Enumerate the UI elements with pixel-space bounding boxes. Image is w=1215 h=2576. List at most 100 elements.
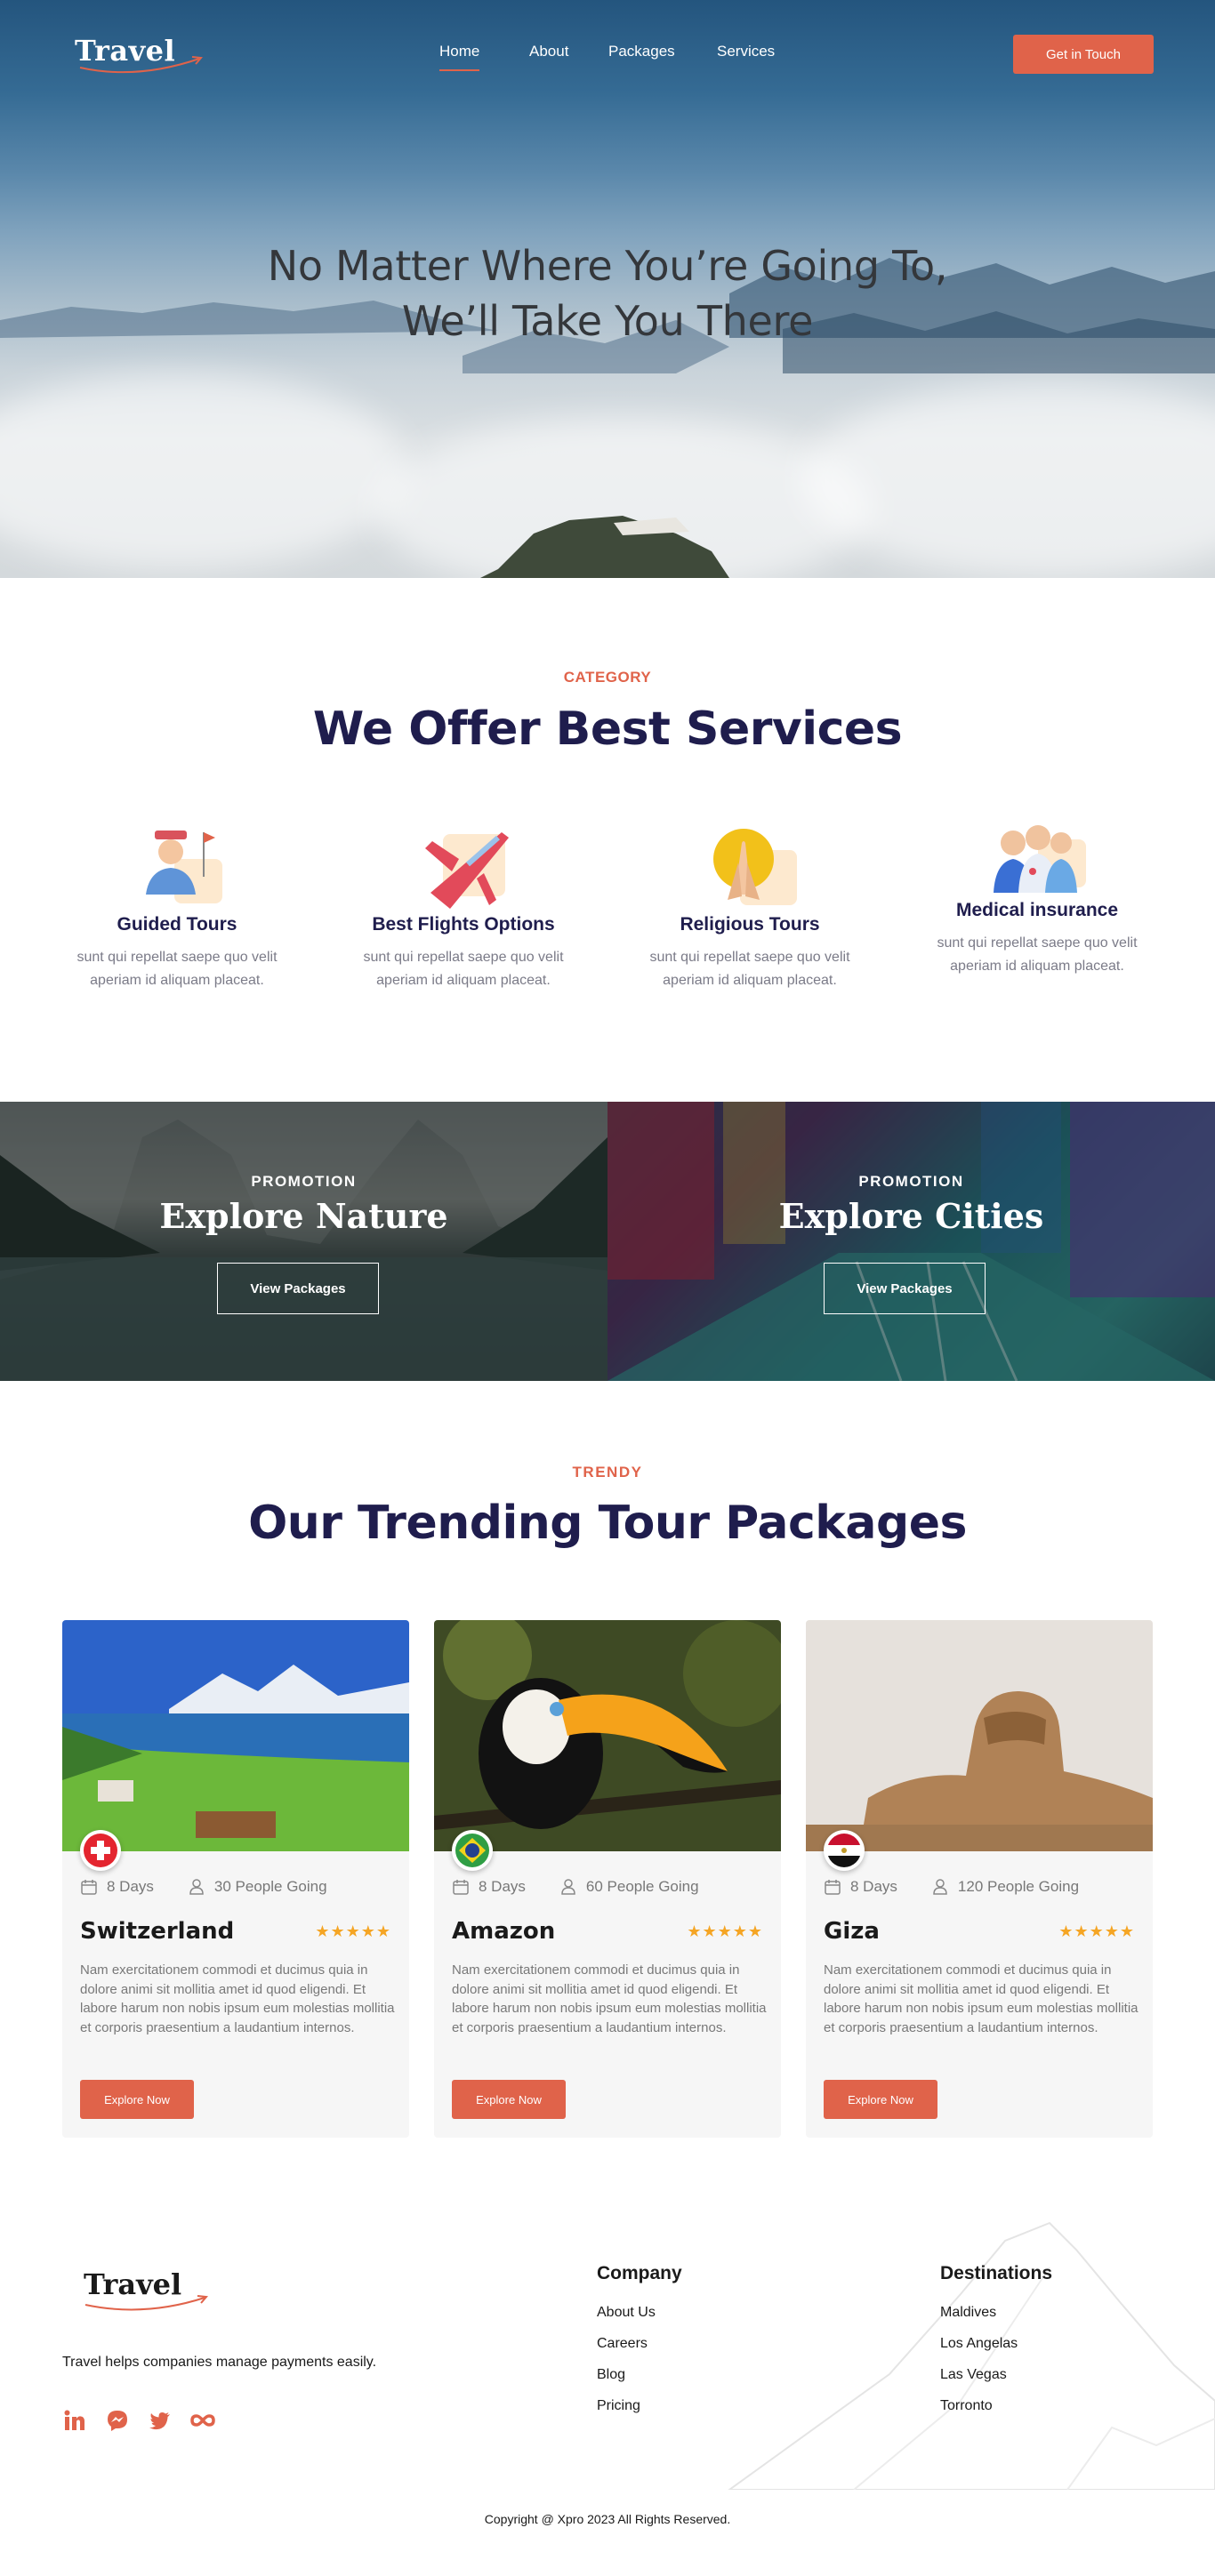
services-tag: CATEGORY (563, 669, 652, 686)
explore-now-button[interactable]: Explore Now (452, 2080, 566, 2119)
footer-link-pricing[interactable]: Pricing (597, 2390, 682, 2421)
medical-staff-icon (979, 818, 1095, 898)
service-text: sunt qui repellat saepe quo velit aperia… (649, 950, 850, 988)
trendy-tag: TRENDY (572, 1464, 643, 1481)
promo-tag: PROMOTION (858, 1173, 964, 1190)
calendar-icon (81, 1880, 97, 1895)
rating-stars-icon: ★★★★★ (315, 1922, 391, 1940)
nav-about[interactable]: About (529, 43, 568, 60)
hero-title-line2: We’ll Take You There (401, 297, 814, 345)
messenger-icon[interactable] (105, 2408, 130, 2433)
explore-now-button[interactable]: Explore Now (824, 2080, 937, 2119)
duration-text: 8 Days (107, 1878, 154, 1895)
hero-title: No Matter Where You’re Going To, We’ll T… (0, 238, 1215, 349)
promo-tag: PROMOTION (251, 1173, 357, 1190)
praying-hands-icon (692, 823, 808, 912)
promo-title: Explore Cities (778, 1196, 1044, 1236)
logo-swoosh-icon (84, 2295, 209, 2311)
service-text: sunt qui repellat saepe quo velit aperia… (937, 935, 1138, 974)
footer-logo[interactable]: Travel (82, 2266, 215, 2319)
package-card-switzerland: 8 Days 30 People Going Switzerland ★★★★★… (62, 1620, 409, 2138)
footer-description: Travel helps companies manage payments e… (62, 2355, 377, 2370)
footer-column-title: Company (597, 2263, 682, 2283)
package-meta: 8 Days 60 People Going (452, 1878, 699, 1896)
footer-company-column: Company About Us Careers Blog Pricing (597, 2263, 682, 2421)
package-meta: 8 Days 120 People Going (824, 1878, 1079, 1896)
package-description: Nam exercitationem commodi et ducimus qu… (80, 1962, 395, 2035)
service-card-medical: Medical insurance sunt qui repellat saep… (921, 818, 1153, 978)
person-icon (561, 1879, 575, 1895)
explore-now-button[interactable]: Explore Now (80, 2080, 194, 2119)
linkedin-icon[interactable] (62, 2408, 87, 2433)
logo[interactable]: Travel (75, 34, 208, 75)
brazil-flag-icon (452, 1830, 493, 1871)
trendy-title: Our Trending Tour Packages (248, 1497, 967, 1550)
footer-link-torronto[interactable]: Torronto (940, 2390, 1052, 2421)
footer-column-title: Destinations (940, 2263, 1053, 2283)
service-title: Best Flights Options (372, 914, 555, 935)
footer-link-las-vegas[interactable]: Las Vegas (940, 2359, 1052, 2390)
switzerland-flag-icon (80, 1830, 121, 1871)
footer-destinations-column: Destinations Maldives Los Angelas Las Ve… (940, 2263, 1052, 2421)
rating-stars-icon: ★★★★★ (1058, 1922, 1135, 1940)
people-text: 30 People Going (213, 1878, 327, 1895)
service-text: sunt qui repellat saepe quo velit aperia… (76, 950, 278, 988)
calendar-icon (825, 1880, 841, 1895)
promo-overlay (608, 1102, 1215, 1381)
people-text: 120 People Going (957, 1878, 1080, 1895)
service-card-religious: Religious Tours sunt qui repellat saepe … (634, 823, 865, 992)
promo-explore-nature: PROMOTION Explore Nature View Packages (0, 1102, 608, 1381)
promo-explore-cities: PROMOTION Explore Cities View Packages (608, 1102, 1215, 1381)
service-text: sunt qui repellat saepe quo velit aperia… (363, 950, 564, 988)
copyright-text: Copyright @ Xpro 2023 All Rights Reserve… (484, 2512, 731, 2526)
twitter-icon[interactable] (148, 2408, 173, 2433)
amazon-photo (434, 1620, 781, 1851)
duration: 8 Days (80, 1878, 154, 1896)
guide-person-icon (119, 823, 235, 912)
footer-link-maldives[interactable]: Maldives (940, 2297, 1052, 2328)
service-title: Guided Tours (117, 914, 237, 935)
get-in-touch-button[interactable]: Get in Touch (1013, 35, 1154, 74)
navbar: Travel Home About Packages Services Get … (0, 0, 1215, 107)
promo-overlay (0, 1102, 608, 1381)
rating-stars-icon: ★★★★★ (687, 1922, 763, 1940)
services-title: We Offer Best Services (312, 702, 903, 756)
switzerland-photo (62, 1620, 409, 1851)
calendar-icon (453, 1880, 469, 1895)
nav-packages[interactable]: Packages (608, 43, 675, 60)
service-card-guided-tours: Guided Tours sunt qui repellat saepe quo… (61, 823, 293, 992)
duration: 8 Days (452, 1878, 526, 1896)
duration: 8 Days (824, 1878, 897, 1896)
footer-link-about-us[interactable]: About Us (597, 2297, 682, 2328)
hero-section: Travel Home About Packages Services Get … (0, 0, 1215, 578)
person-icon (189, 1879, 204, 1895)
package-name: Switzerland (80, 1918, 235, 1945)
view-packages-button[interactable]: View Packages (217, 1263, 379, 1314)
service-title: Medical insurance (955, 900, 1119, 920)
footer-link-blog[interactable]: Blog (597, 2359, 682, 2390)
nav-home[interactable]: Home (439, 43, 480, 71)
nav-services[interactable]: Services (717, 43, 775, 60)
package-meta: 8 Days 30 People Going (80, 1878, 327, 1896)
social-links (62, 2408, 215, 2433)
package-description: Nam exercitationem commodi et ducimus qu… (452, 1962, 767, 2035)
people-count: 120 People Going (931, 1878, 1079, 1896)
package-name: Giza (824, 1918, 880, 1945)
footer-link-careers[interactable]: Careers (597, 2328, 682, 2359)
airplane-icon (406, 823, 521, 912)
people-count: 30 People Going (188, 1878, 327, 1896)
egypt-flag-icon (824, 1830, 865, 1871)
infinity-icon[interactable] (190, 2408, 215, 2433)
duration-text: 8 Days (479, 1878, 526, 1895)
person-icon (933, 1879, 947, 1895)
duration-text: 8 Days (850, 1878, 897, 1895)
footer-link-los-angelas[interactable]: Los Angelas (940, 2328, 1052, 2359)
package-name: Amazon (452, 1918, 556, 1945)
package-card-amazon: 8 Days 60 People Going Amazon ★★★★★ Nam … (434, 1620, 781, 2138)
service-title: Religious Tours (680, 914, 820, 935)
view-packages-button[interactable]: View Packages (824, 1263, 986, 1314)
package-description: Nam exercitationem commodi et ducimus qu… (824, 1962, 1139, 2035)
people-text: 60 People Going (585, 1878, 699, 1895)
promo-title: Explore Nature (159, 1196, 448, 1236)
package-card-giza: 8 Days 120 People Going Giza ★★★★★ Nam e… (806, 1620, 1153, 2138)
